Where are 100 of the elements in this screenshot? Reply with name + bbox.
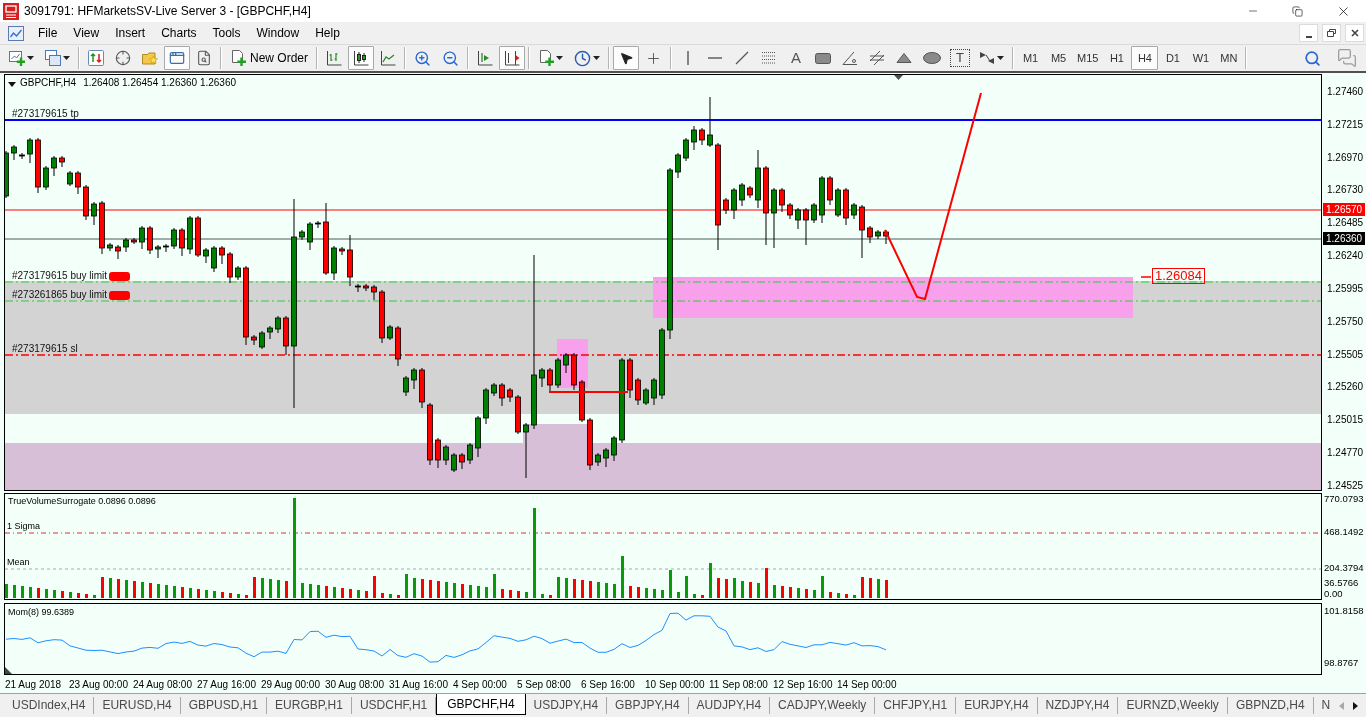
timeframe-button[interactable]: H1 [1103,46,1131,70]
menu-item[interactable]: View [65,23,108,43]
chart-tab[interactable]: GBPCHF,H4 [436,694,526,715]
candlestick-icon [353,50,369,66]
diagonal-line-icon [734,50,750,66]
arrow-marks-icon [979,50,995,66]
timeframe-button[interactable]: D1 [1159,46,1187,70]
chart-tab[interactable]: GBPNZD,H4 [1227,697,1314,714]
price-axis-label: 1.26970 [1327,152,1364,164]
time-axis-label: 31 Aug 16:00 [389,679,448,691]
menu-item[interactable]: Tools [204,23,249,43]
indicator-title: Mom(8) 99.6389 [8,607,75,618]
menu-item[interactable]: Help [307,23,348,43]
menu-item[interactable]: Charts [153,23,205,43]
vertical-line-icon [687,51,689,65]
restore-chart-button[interactable] [1322,24,1341,42]
shift-arrow-icon [504,50,520,66]
price-axis-label: 1.27215 [1327,119,1364,131]
chart-tab[interactable]: EURNZD,Weekly [1118,697,1228,714]
price-axis-label: 1.25505 [1327,349,1364,361]
restore-icon [1327,29,1336,37]
ellipse-icon [923,52,941,64]
chart-tab[interactable]: GBPJPY,H4 [607,697,689,714]
time-axis-label: 4 Sep 00:00 [453,679,507,691]
hatched-lines-icon [869,50,885,66]
crosshair-icon [115,50,131,66]
chart-tab[interactable]: USDJPY,H4 [525,697,608,714]
horizontal-line-icon [708,57,722,59]
time-axis-label: 29 Aug 00:00 [261,679,320,691]
chart-tab[interactable]: GBPUSD,H1 [180,697,268,714]
corner-triangle-icon [5,667,12,674]
chart-tab[interactable]: NZDJPY,H4 [1037,697,1119,714]
volume-axis-label: 36.5766 [1324,577,1359,588]
timeframe-button[interactable]: M5 [1045,46,1072,70]
minimize-chart-button[interactable] [1299,24,1318,42]
timeframe-button[interactable]: MN [1215,46,1243,70]
leader-line [1140,276,1152,278]
price-tag: 1.26360 [1323,232,1366,245]
timeframe-button[interactable]: W1 [1187,46,1215,70]
momentum-axis-label: 98.8767 [1324,657,1359,668]
price-axis-label: 1.27460 [1327,86,1364,98]
menu-item[interactable]: Window [248,23,308,43]
terminal-button[interactable] [164,46,190,70]
time-axis-label: 23 Aug 00:00 [69,679,128,691]
dropdown-triangle-icon [8,82,16,87]
time-axis-label: 14 Sep 00:00 [837,679,897,691]
volume-axis-label: 204.3794 [1324,562,1364,573]
time-axis-label: 10 Sep 00:00 [645,679,705,691]
chart-tab[interactable]: EURGBP,H1 [267,697,352,714]
chart-tab[interactable]: CADJPY,Weekly [770,697,876,714]
time-axis-label: 30 Aug 08:00 [325,679,384,691]
candlestick-button[interactable] [348,46,374,70]
momentum-axis-label: 101.8158 [1324,605,1364,616]
new-order-button[interactable]: New Order [225,46,313,70]
text-label-button[interactable]: T [950,49,970,67]
cursor-icon [618,50,634,66]
timeframe-button[interactable]: M1 [1017,46,1044,70]
time-axis-label: 11 Sep 08:00 [709,679,768,691]
price-axis-label: 1.25995 [1327,283,1364,295]
timeframe-button[interactable]: M15 [1073,46,1103,70]
chart-tab[interactable]: CHFJPY,H1 [875,697,957,714]
volume-axis-label: 468.1492 [1324,526,1364,537]
volume-axis-label: 770.0793 [1324,493,1364,504]
time-axis-label: 12 Sep 16:00 [773,679,833,691]
chart-tab[interactable]: N [1313,697,1335,714]
rectangle-icon [815,52,831,64]
time-axis-label: 21 Aug 2018 [5,679,62,691]
clock-icon [574,49,591,67]
zoom-in-icon [414,49,431,67]
price-axis-label: 1.26485 [1327,217,1364,229]
chart-tab[interactable]: USDIndex,H4 [4,697,95,714]
chart-tab[interactable]: EURUSD,H4 [94,697,181,714]
price-axis-label: 1.25015 [1327,414,1364,426]
price-axis-label: 1.26240 [1327,250,1364,262]
price-axis-label: 1.25750 [1327,316,1364,328]
arrows-icon [88,50,104,66]
chart-plus-icon [9,50,25,66]
chart-tab[interactable]: EURJPY,H4 [956,697,1038,714]
shift-marker-icon [894,75,903,80]
time-axis-label: 6 Sep 16:00 [581,679,635,691]
volume-axis-label: 0.00 [1324,588,1343,599]
zoom-out-icon [442,49,459,67]
scroll-right-icon[interactable] [1353,701,1358,710]
price-label: 1.26084 [1152,268,1205,284]
cursor-button[interactable] [613,46,639,70]
document-plus-icon [538,50,554,66]
close-chart-button[interactable] [1345,24,1364,42]
chart-shift-button[interactable] [499,46,525,70]
windows-icon [45,50,61,66]
timeframe-button[interactable]: H4 [1131,46,1159,70]
menu-item[interactable]: Insert [107,23,154,43]
text-tool-button[interactable]: A [783,46,809,70]
price-axis-label: 1.25260 [1327,381,1364,393]
window-icon [169,50,185,66]
chat-bubbles-icon [1337,48,1357,68]
time-axis-label: 24 Aug 08:00 [133,679,192,691]
menu-item[interactable]: File [30,23,66,43]
document-magnifier-icon [196,50,212,66]
quote-values: 1.26408 1.26454 1.26360 1.26360 [83,77,237,89]
chart-tab[interactable]: AUDJPY,H4 [688,697,771,714]
